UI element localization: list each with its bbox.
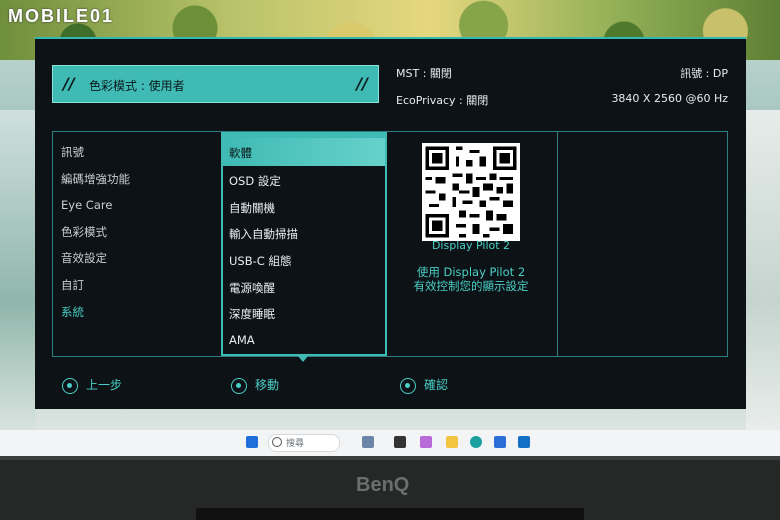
dpad-updown-icon xyxy=(231,377,247,394)
submenu-item-deep-sleep[interactable]: 深度睡眠 xyxy=(229,306,275,322)
submenu-item-ama[interactable]: AMA xyxy=(229,333,255,347)
back-button[interactable]: 上一步 xyxy=(62,376,122,394)
qr-code-icon xyxy=(422,143,520,241)
file-explorer-icon[interactable] xyxy=(446,436,458,448)
monitor-brand-logo: BenQ xyxy=(356,474,410,496)
windows-taskbar xyxy=(0,430,780,456)
qr-description: 使用 Display Pilot 2 有效控制您的顯示設定 xyxy=(397,265,545,293)
menu-grid: 訊號 編碼增強功能 Eye Care 色彩模式 音效設定 自訂 系統 軟體 OS… xyxy=(52,131,728,362)
scroll-down-icon xyxy=(298,356,308,362)
edge-browser-icon[interactable] xyxy=(470,436,482,448)
color-mode-label: 色彩模式 : 使用者 xyxy=(89,79,185,93)
outlook-icon[interactable] xyxy=(518,436,530,448)
bezel-edge xyxy=(0,456,780,460)
menu-item-eye-care[interactable]: Eye Care xyxy=(61,198,112,212)
qr-caption: Display Pilot 2 xyxy=(431,239,511,252)
move-button[interactable]: 移動 xyxy=(231,376,279,394)
copilot-icon[interactable] xyxy=(420,436,432,448)
qr-description-line1: 使用 Display Pilot 2 xyxy=(416,265,526,279)
mst-status: MST : 關閉 xyxy=(396,67,452,80)
widgets-icon[interactable] xyxy=(362,436,374,448)
slash-icon-left: // xyxy=(63,74,75,93)
confirm-label: 確認 xyxy=(424,378,449,392)
watermark-logo: MOBILE01 xyxy=(8,6,115,26)
move-label: 移動 xyxy=(255,378,280,392)
ecoprivacy-status: EcoPrivacy : 關閉 xyxy=(396,94,489,107)
submenu-item-osd-settings[interactable]: OSD 設定 xyxy=(229,173,281,189)
slash-icon-right: // xyxy=(356,74,368,93)
system-submenu: 軟體 OSD 設定 自動關機 輸入自動掃描 USB-C 組態 電源喚醒 深度睡眠… xyxy=(221,132,387,356)
dpad-left-icon xyxy=(62,377,78,394)
submenu-item-software[interactable]: 軟體 xyxy=(223,138,385,166)
dpad-center-icon xyxy=(400,377,416,394)
menu-item-encoding[interactable]: 編碼增強功能 xyxy=(61,171,130,187)
task-view-icon[interactable] xyxy=(394,436,406,448)
wallpaper-left-edge xyxy=(0,110,36,430)
osd-panel: // 色彩模式 : 使用者 // MST : 關閉 訊號 : DP EcoPri… xyxy=(35,37,746,409)
menu-item-signal[interactable]: 訊號 xyxy=(61,144,84,160)
empty-column xyxy=(557,132,727,356)
windows-start-icon[interactable] xyxy=(246,436,258,448)
wallpaper-right-edge xyxy=(746,110,780,430)
qr-description-line2: 有效控制您的顯示設定 xyxy=(413,279,529,293)
menu-item-audio[interactable]: 音效設定 xyxy=(61,250,107,266)
color-mode-bar: // 色彩模式 : 使用者 // xyxy=(52,65,379,103)
confirm-button[interactable]: 確認 xyxy=(400,376,448,394)
resolution-status: 3840 X 2560 @60 Hz xyxy=(611,92,728,105)
store-icon[interactable] xyxy=(494,436,506,448)
back-label: 上一步 xyxy=(86,378,123,392)
submenu-item-power-wake[interactable]: 電源喚醒 xyxy=(229,280,275,296)
main-menu-column: 訊號 編碼增強功能 Eye Care 色彩模式 音效設定 自訂 系統 xyxy=(53,132,222,356)
signal-status: 訊號 : DP xyxy=(680,67,728,80)
monitor-stand xyxy=(196,508,584,520)
submenu-item-auto-power-off[interactable]: 自動關機 xyxy=(229,200,275,216)
taskbar-search-placeholder: 搜尋 xyxy=(286,439,305,449)
menu-item-custom[interactable]: 自訂 xyxy=(61,277,84,293)
menu-item-system[interactable]: 系統 xyxy=(61,304,84,320)
submenu-item-usbc-config[interactable]: USB-C 組態 xyxy=(229,253,291,269)
search-icon xyxy=(272,437,282,447)
submenu-item-auto-input-scan[interactable]: 輸入自動掃描 xyxy=(229,226,298,242)
menu-item-color-mode[interactable]: 色彩模式 xyxy=(61,224,107,240)
